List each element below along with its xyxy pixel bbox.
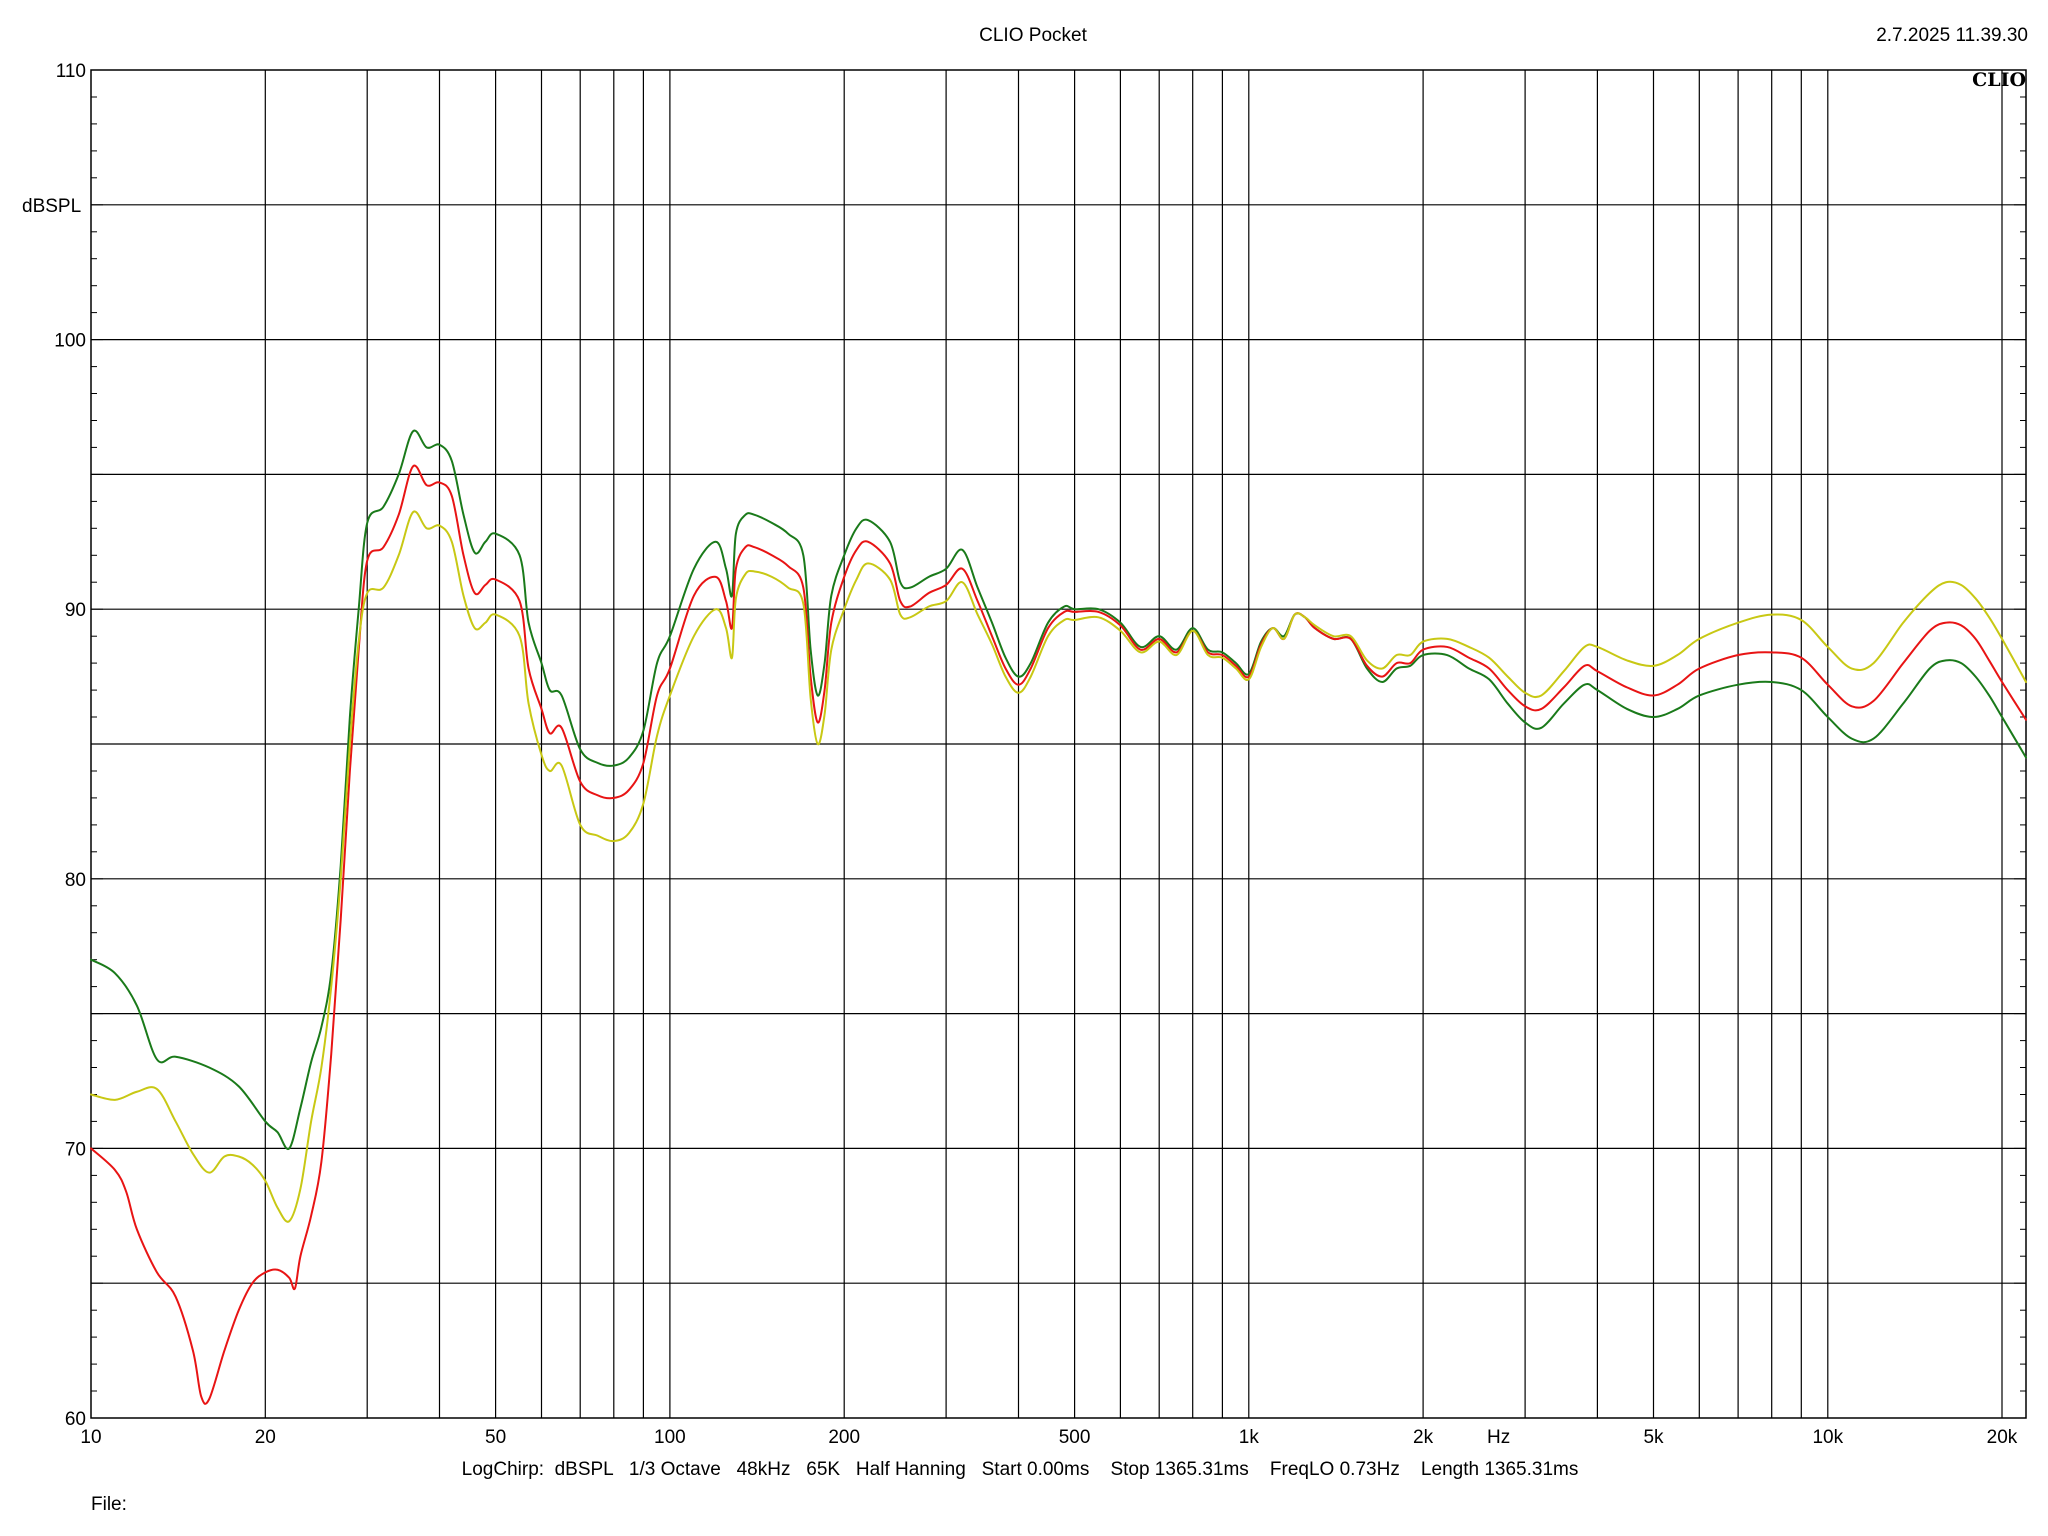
x-tick-label: 500 xyxy=(1059,1427,1091,1448)
x-tick-label: 200 xyxy=(828,1427,860,1448)
y-tick-label: 100 xyxy=(54,331,86,352)
y-tick-label: 60 xyxy=(65,1409,86,1430)
file-label: File: xyxy=(91,1494,127,1515)
x-tick-label: 100 xyxy=(654,1427,686,1448)
y-axis-label: dBSPL xyxy=(22,196,81,217)
y-tick-label: 80 xyxy=(65,870,86,891)
x-tick-label: 1k xyxy=(1239,1427,1260,1448)
x-axis-label: Hz xyxy=(1487,1427,1510,1448)
major-gridlines xyxy=(91,70,2026,1418)
timestamp: 2.7.2025 11.39.30 xyxy=(1876,25,2028,46)
y-tick-label: 90 xyxy=(65,600,86,621)
frequency-response-chart: 10 20 50 100 200 500 1k 2k 5k 10k 20k 110 100 90 80 70 6… xyxy=(22,25,2028,1515)
y-tick-label: 70 xyxy=(65,1139,86,1160)
chart-title: CLIO Pocket xyxy=(979,25,1087,46)
x-tick-label: 2k xyxy=(1413,1427,1434,1448)
x-tick-label: 20k xyxy=(1987,1427,2018,1448)
x-tick-label: 50 xyxy=(485,1427,506,1448)
x-tick-label: 20 xyxy=(255,1427,276,1448)
measurement-settings: LogChirp: dBSPL 1/3 Octave 48kHz 65K Hal… xyxy=(462,1459,1579,1480)
series-layer xyxy=(90,429,2027,1405)
x-tick-label: 5k xyxy=(1643,1427,1664,1448)
x-tick-label: 10 xyxy=(80,1427,101,1448)
y-tick-label: 110 xyxy=(56,61,86,82)
x-tick-label: 10k xyxy=(1812,1427,1843,1448)
brand-logo: CLIO xyxy=(1972,69,2026,91)
series-line-2 xyxy=(90,464,2027,1405)
series-line-3 xyxy=(90,510,2027,1223)
series-line-1 xyxy=(90,429,2027,1151)
